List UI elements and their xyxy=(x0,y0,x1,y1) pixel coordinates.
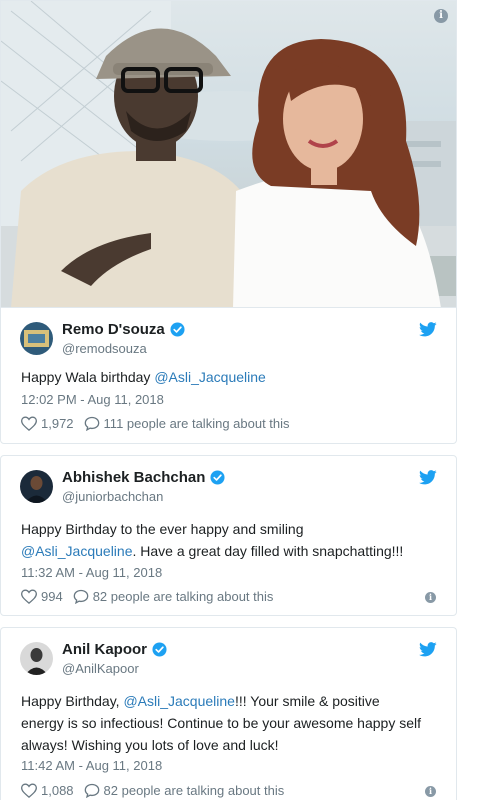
author-handle[interactable]: @AnilKapoor xyxy=(62,661,139,676)
like-count: 994 xyxy=(41,589,63,604)
heart-icon xyxy=(21,589,37,604)
talking-count: 82 people are talking about this xyxy=(103,783,285,798)
avatar[interactable] xyxy=(20,642,53,675)
speech-bubble-icon xyxy=(84,783,99,798)
tweet-timestamp[interactable]: 11:42 AM - Aug 11, 2018 xyxy=(21,758,162,773)
twitter-bird-icon[interactable] xyxy=(419,322,437,337)
info-icon[interactable]: i xyxy=(425,786,436,797)
heart-icon xyxy=(21,783,37,798)
mention-link[interactable]: @Asli_Jacqueline xyxy=(21,543,133,559)
talking-count: 82 people are talking about this xyxy=(92,589,274,604)
reply-button[interactable]: 82 people are talking about this xyxy=(84,783,285,798)
verified-icon xyxy=(152,642,167,657)
like-count: 1,088 xyxy=(41,783,74,798)
speech-bubble-icon xyxy=(73,589,89,604)
twitter-bird-icon[interactable] xyxy=(419,642,437,657)
author-handle[interactable]: @remodsouza xyxy=(62,341,147,356)
like-button[interactable]: 1,088 xyxy=(21,783,74,798)
avatar[interactable] xyxy=(20,470,53,503)
tweet-card[interactable]: Abhishek Bachchan @juniorbachchan Happy … xyxy=(0,455,457,616)
tweet-text: Happy Birthday to the ever happy and smi… xyxy=(21,521,404,559)
heart-icon xyxy=(21,416,37,431)
author-name[interactable]: Anil Kapoor xyxy=(62,641,147,658)
speech-bubble-icon xyxy=(84,416,99,431)
reply-button[interactable]: 82 people are talking about this xyxy=(73,589,274,604)
reply-button[interactable]: 111 people are talking about this xyxy=(84,416,290,431)
tweet-card[interactable]: Remo D'souza @remodsouza Happy Wala birt… xyxy=(0,307,457,444)
tweet-text: Happy Wala birthday @Asli_Jacqueline xyxy=(21,369,266,385)
tweet-timestamp[interactable]: 12:02 PM - Aug 11, 2018 xyxy=(21,392,164,407)
mention-link[interactable]: @Asli_Jacqueline xyxy=(154,369,266,385)
author-name[interactable]: Abhishek Bachchan xyxy=(62,469,205,486)
photo-illustration xyxy=(1,1,456,307)
info-icon[interactable]: i xyxy=(434,9,448,23)
embedded-photo[interactable]: i xyxy=(0,0,457,307)
tweet-timestamp[interactable]: 11:32 AM - Aug 11, 2018 xyxy=(21,565,162,580)
avatar[interactable] xyxy=(20,322,53,355)
like-button[interactable]: 994 xyxy=(21,589,63,604)
verified-icon xyxy=(170,322,185,337)
info-icon[interactable]: i xyxy=(425,592,436,603)
twitter-bird-icon[interactable] xyxy=(419,470,437,485)
like-button[interactable]: 1,972 xyxy=(21,416,74,431)
tweet-text: Happy Birthday, @Asli_Jacqueline!!! Your… xyxy=(21,693,422,753)
mention-link[interactable]: @Asli_Jacqueline xyxy=(123,693,235,709)
like-count: 1,972 xyxy=(41,416,74,431)
verified-icon xyxy=(210,470,225,485)
tweet-card[interactable]: Anil Kapoor @AnilKapoor Happy Birthday, … xyxy=(0,627,457,800)
author-handle[interactable]: @juniorbachchan xyxy=(62,489,163,504)
author-name[interactable]: Remo D'souza xyxy=(62,321,165,338)
talking-count: 111 people are talking about this xyxy=(103,416,290,431)
